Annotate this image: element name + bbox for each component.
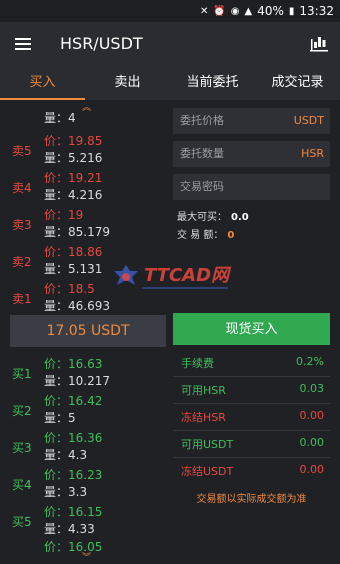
balance-label: 手续费 [181,357,214,370]
amount-placeholder: 委托数量 [180,147,224,160]
order-price: 价：18.5 [44,282,95,296]
price-placeholder: 委托价格 [180,114,224,127]
balance-row: 可用USDT 0.00 [173,430,330,457]
tab-open-orders[interactable]: 当前委托 [170,66,255,100]
balance-value: 0.03 [299,382,325,395]
buy-order-row[interactable]: 买1 价：16.63 量：10.217 [0,353,168,390]
order-side: 卖3 [12,218,32,232]
order-side: 买1 [12,367,32,381]
order-price: 价：16.23 [44,468,103,482]
balance-label: 冻结USDT [181,465,234,478]
order-volume: 量：5 [44,411,76,425]
last-price[interactable]: 17.05 USDT [10,315,166,347]
page-title: HSR/USDT [60,34,143,53]
order-volume: 量：4.3 [44,448,88,462]
max-buy: 最大可买： 0.0 [177,208,249,223]
buy-order-row[interactable]: 买5 价：16.15 量：4.33 [0,501,168,538]
max-buy-value: 0.0 [231,212,249,223]
balance-row: 冻结HSR 0.00 [173,403,330,430]
balance-row: 可用HSR 0.03 [173,376,330,403]
wifi-icon: ◉ [230,5,240,17]
trade-amount-value: 0 [227,230,235,241]
watermark-text: TTCAD网 [144,265,232,286]
alarm-icon: ⏰ [213,5,226,17]
order-volume: 量：3.3 [44,485,88,499]
order-price: 价：16.15 [44,505,103,519]
menu-icon[interactable] [15,38,31,50]
tab-sell[interactable]: 卖出 [85,66,170,100]
mute-icon: ✕ [199,5,209,17]
balance-label: 可用HSR [181,384,226,397]
order-side: 买5 [12,515,32,529]
balance-label: 可用USDT [181,438,234,451]
order-volume: 量：4.216 [44,188,103,202]
order-side: 卖2 [12,255,32,269]
order-volume: 量：4 [44,111,76,125]
balance-value: 0.00 [299,436,325,449]
tab-trade-history[interactable]: 成交记录 [255,66,340,100]
order-volume: 量：85.179 [44,225,110,239]
order-side: 买4 [12,478,32,492]
balance-value: 0.00 [299,409,325,422]
battery-level: 40% [257,4,284,18]
order-volume: 量：5.216 [44,151,103,165]
order-price: 价：19 [44,208,84,222]
buy-order-row[interactable]: 买2 价：16.42 量：5 [0,390,168,427]
order-side: 卖4 [12,181,32,195]
order-side: 买2 [12,404,32,418]
buy-order-row[interactable]: 买3 价：16.36 量：4.3 [0,427,168,464]
balance-row: 手续费 0.2% [173,349,330,376]
amount-unit: HSR [301,147,324,160]
order-price: 价：18.86 [44,245,103,259]
trade-amount: 交 易 额： 0 [177,226,234,241]
order-price: 价：19.85 [44,134,103,148]
candlestick-chart-icon[interactable] [310,34,328,52]
order-side: 买3 [12,441,32,455]
scroll-down-icon[interactable]: ︾ [82,550,91,563]
order-volume: 量：5.131 [44,262,103,276]
order-volume: 量：4.33 [44,522,95,536]
price-input[interactable]: 委托价格 USDT [173,108,330,134]
balance-label: 冻结HSR [181,411,226,424]
sell-order-row[interactable]: 卖5 价：19.85 量：5.216 [0,130,168,167]
order-price: 价：19.21 [44,171,103,185]
order-side: 卖1 [12,292,32,306]
watermark-logo: TTCAD网 [114,265,232,289]
buy-order-row[interactable]: 买4 价：16.23 量：3.3 [0,464,168,501]
clock: 13:32 [299,4,334,18]
sell-order-row[interactable]: 卖4 价：19.21 量：4.216 [0,167,168,204]
battery-icon: ▮ [288,5,295,17]
trade-amount-label: 交 易 额： [177,230,224,241]
order-price: 价：16.36 [44,431,103,445]
order-volume: 量：46.693 [44,299,110,313]
password-placeholder: 交易密码 [180,180,224,193]
balance-value: 0.00 [299,463,325,476]
status-bar: ✕ ⏰ ◉ ▲ 40% ▮ 13:32 [0,0,340,22]
order-price: 价：16.05 [44,540,103,554]
order-side: 卖5 [12,144,32,158]
tab-buy[interactable]: 买入 [0,66,85,100]
max-buy-label: 最大可买： [177,212,227,223]
balance-row: 冻结USDT 0.00 [173,457,330,484]
password-input[interactable]: 交易密码 [173,174,330,200]
trade-tabs: 买入 卖出 当前委托 成交记录 [0,66,340,100]
order-volume: 量：10.217 [44,374,110,388]
order-price: 价：16.63 [44,357,103,371]
price-unit: USDT [293,114,324,127]
trade-note: 交易额以实际成交额为准 [196,494,307,505]
spot-buy-button[interactable]: 现货买入 [173,313,330,345]
amount-input[interactable]: 委托数量 HSR [173,141,330,167]
signal-icon: ▲ [244,5,253,17]
sell-order-row[interactable]: 卖3 价：19 量：85.179 [0,204,168,241]
app-bar: HSR/USDT [0,22,340,66]
order-price: 价：16.42 [44,394,103,408]
balance-value: 0.2% [296,355,324,368]
